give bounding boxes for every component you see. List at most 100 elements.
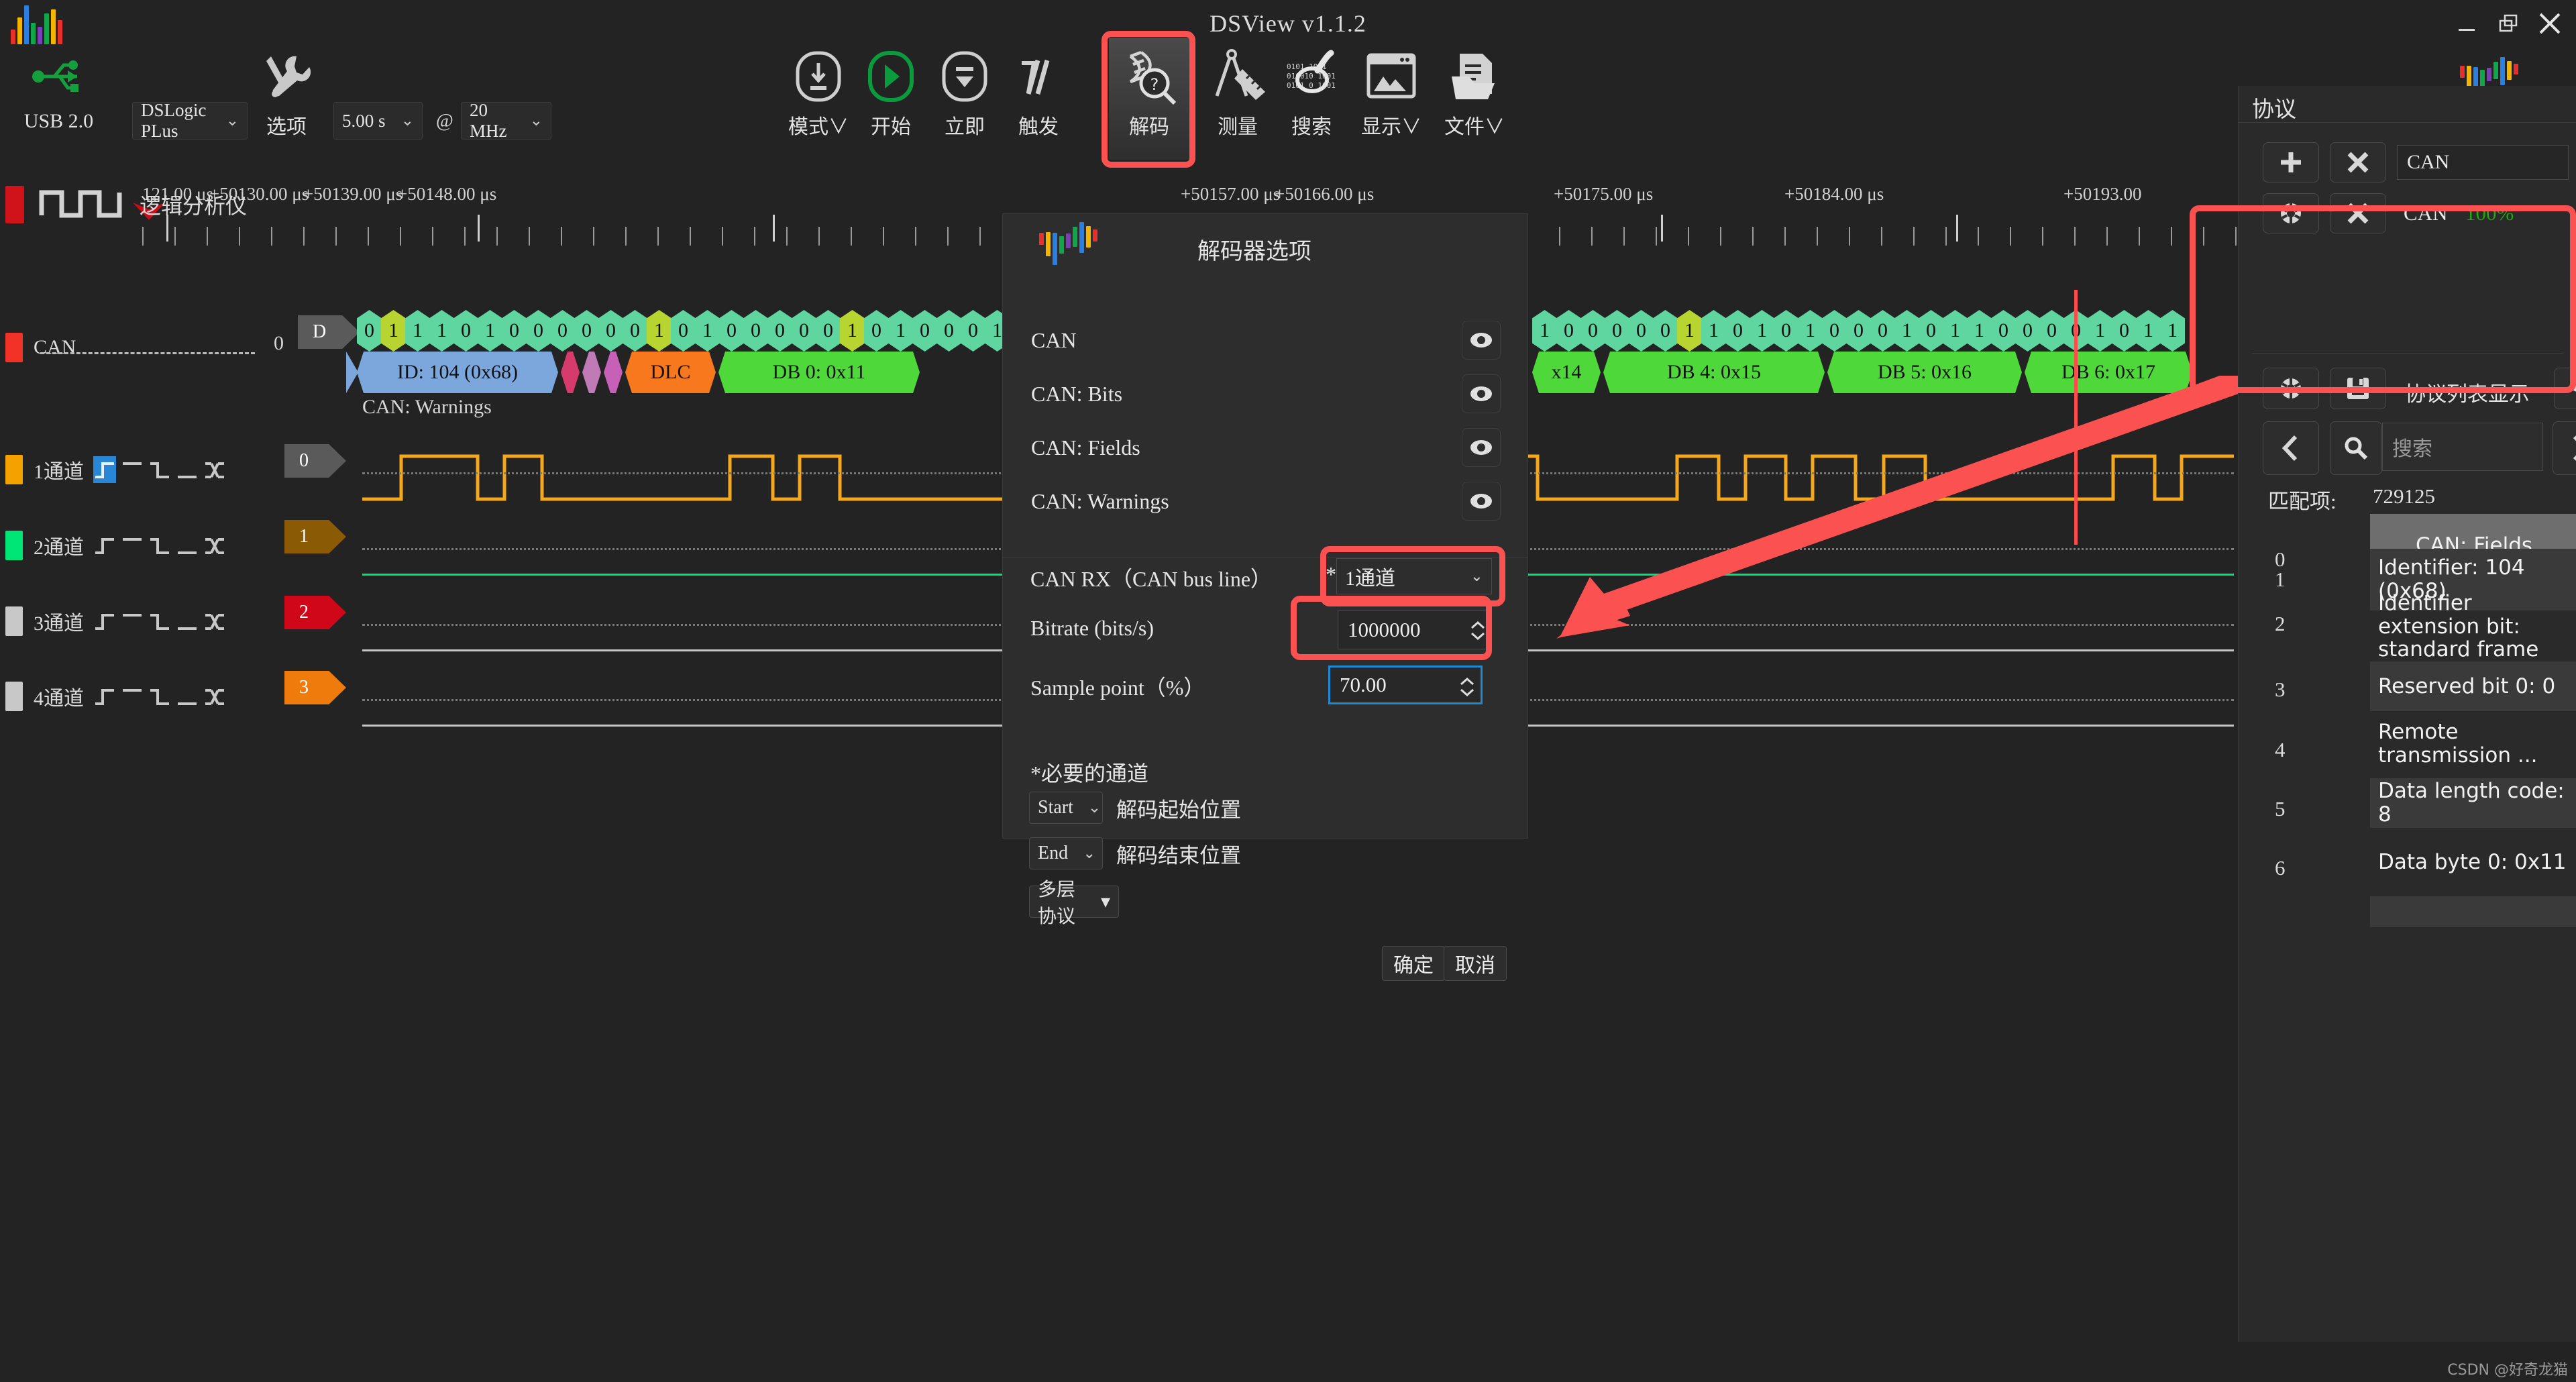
ruler-tick-minor: [174, 227, 176, 246]
list-item[interactable]: Data length code: 8: [2370, 778, 2576, 828]
list-item[interactable]: Data byte 0: 0x11: [2370, 837, 2576, 887]
ruler-tick-minor: [593, 227, 594, 246]
ok-button[interactable]: 确定: [1382, 946, 1445, 981]
toolbar-item-instant[interactable]: 立即: [928, 47, 1002, 140]
eye-icon[interactable]: [1462, 374, 1501, 413]
ruler-tick-minor: [786, 227, 788, 246]
remove-protocol-button[interactable]: [2330, 193, 2386, 233]
decoded-field[interactable]: ID: 104 (0x68): [357, 352, 558, 393]
ruler-tick-minor: [1945, 227, 1947, 246]
caret-down-icon: ▾: [1101, 890, 1110, 913]
list-settings-button[interactable]: [2263, 368, 2319, 409]
ruler-tick-minor: [2074, 227, 2076, 246]
start-position-select[interactable]: Start ⌄: [1029, 792, 1103, 824]
toolbar-item-measure[interactable]: 测量: [1201, 47, 1275, 140]
toolbar-item-display[interactable]: 显示∨: [1350, 47, 1433, 140]
next-match-button[interactable]: [2553, 421, 2576, 475]
ruler-tick-minor: [690, 227, 691, 246]
decoded-field[interactable]: DB 5: 0x16: [1827, 352, 2022, 393]
svg-text:?: ?: [1150, 75, 1159, 94]
decoded-field[interactable]: DB 4: 0x15: [1603, 352, 1825, 393]
decoded-field[interactable]: [604, 352, 623, 393]
restore-icon[interactable]: [2487, 0, 2529, 47]
toolbar-item-decode[interactable]: ? 解码: [1109, 38, 1189, 160]
protocol-settings-button[interactable]: [2263, 193, 2319, 233]
decoded-bit: 1: [1677, 310, 1702, 352]
add-protocol-button[interactable]: [2263, 142, 2319, 182]
search-button[interactable]: [2330, 421, 2382, 475]
remove-all-protocols-button[interactable]: [2330, 142, 2386, 182]
decoder-options-dialog[interactable]: 解码器选项 CAN CAN: Bits CAN: Fields CAN: War…: [1002, 213, 1528, 558]
toolbar-label-mode: 模式∨: [788, 110, 849, 140]
decoded-bit: 0: [671, 310, 696, 352]
prev-match-button[interactable]: [2263, 421, 2319, 475]
list-item-partial[interactable]: [2370, 896, 2576, 927]
protocol-name-field[interactable]: CAN: [2397, 145, 2569, 180]
minimize-icon[interactable]: [2446, 0, 2487, 47]
decoded-field[interactable]: DB 6: 0x17: [2025, 352, 2192, 393]
export-list-button[interactable]: [2554, 368, 2576, 409]
cancel-button[interactable]: 取消: [1444, 946, 1507, 981]
usb-label: USB 2.0: [24, 110, 93, 133]
ruler-tick-major: [2190, 215, 2192, 242]
stacked-protocol-button[interactable]: 多层协议 ▾: [1029, 886, 1119, 918]
end-position-select[interactable]: End ⌄: [1029, 837, 1103, 869]
ruler-tick-minor: [239, 227, 240, 246]
can-rx-select[interactable]: 1通道 ⌄: [1336, 558, 1492, 594]
end-position-label: 解码结束位置: [1116, 839, 1241, 869]
decoded-field[interactable]: DLC: [625, 352, 716, 393]
ruler-tick-minor: [432, 227, 433, 246]
decoded-bit: 0: [767, 310, 792, 352]
options-label: 选项: [266, 110, 307, 140]
list-item[interactable]: Identifier extension bit: standard frame: [2370, 596, 2576, 657]
close-icon[interactable]: [2529, 0, 2571, 47]
spinner-arrows[interactable]: [1470, 611, 1486, 650]
ruler-tick-minor: [207, 227, 208, 246]
decoded-bit: 0: [936, 310, 961, 352]
toolbar-item-mode[interactable]: 模式∨: [782, 47, 855, 140]
decoded-field[interactable]: [582, 352, 601, 393]
cursor-line[interactable]: [2074, 290, 2078, 545]
search-input[interactable]: 搜索: [2382, 423, 2543, 471]
ruler-tick-major: [478, 215, 480, 242]
ruler-tick-minor: [2010, 227, 2011, 246]
group-header-logic[interactable]: 逻辑分析仪: [0, 184, 342, 225]
ruler-tick-minor: [1881, 227, 1882, 246]
ruler-tick-minor: [1752, 227, 1754, 246]
toolbar-item-file[interactable]: 文件∨: [1433, 47, 1516, 140]
spinner-arrows[interactable]: [1459, 668, 1475, 706]
at-symbol: @: [436, 111, 453, 132]
decoded-bit: 1: [381, 310, 406, 352]
eye-icon[interactable]: [1462, 482, 1501, 521]
chevron-down-icon: [1459, 688, 1475, 697]
decoder-row-can-fields[interactable]: CAN: Fields: [1031, 429, 1501, 466]
ruler-label: +50193.00: [2063, 184, 2141, 205]
list-item[interactable]: Remote transmission ...: [2370, 714, 2576, 774]
decoded-field[interactable]: DB 0: 0x11: [718, 352, 920, 393]
samplerate-select[interactable]: 20 MHz ⌄: [461, 102, 551, 140]
decoder-row-can-bits[interactable]: CAN: Bits: [1031, 375, 1501, 413]
eye-icon[interactable]: [1462, 428, 1501, 467]
toolbar-item-start[interactable]: 开始: [854, 47, 928, 140]
decoded-bit: 1: [1943, 310, 1968, 352]
save-icon: [2345, 375, 2371, 402]
options-button[interactable]: 选项: [250, 47, 323, 140]
duration-select[interactable]: 5.00 s ⌄: [333, 102, 423, 140]
save-list-button[interactable]: [2330, 368, 2386, 409]
decoder-row-can[interactable]: CAN: [1031, 321, 1501, 359]
matches-label: 匹配项:: [2268, 484, 2337, 515]
list-item[interactable]: Reserved bit 0: 0: [2370, 661, 2576, 711]
toolbar-item-trigger[interactable]: 触发: [1002, 47, 1075, 140]
toolbar-item-search[interactable]: 0101 1001 010010 1001 0101 0 1001 搜索: [1275, 47, 1348, 140]
bitrate-input[interactable]: 1000000: [1338, 610, 1492, 649]
decoder-row-can-warnings[interactable]: CAN: Warnings: [1031, 482, 1501, 520]
decoded-field[interactable]: [561, 352, 580, 393]
status-bar: 触发时间:2023-02-11 15:48:41 CSDN @好奇龙猫: [0, 1310, 2576, 1382]
decoded-bit: 0: [792, 310, 816, 352]
decoded-bit: 1: [1701, 310, 1726, 352]
eye-icon[interactable]: [1462, 321, 1501, 360]
decoded-bit: 0: [1919, 310, 1943, 352]
device-select[interactable]: DSLogic PLus ⌄: [132, 102, 248, 140]
sample-point-input[interactable]: 70.00: [1328, 666, 1483, 704]
decoded-field[interactable]: x14: [1532, 352, 1601, 393]
